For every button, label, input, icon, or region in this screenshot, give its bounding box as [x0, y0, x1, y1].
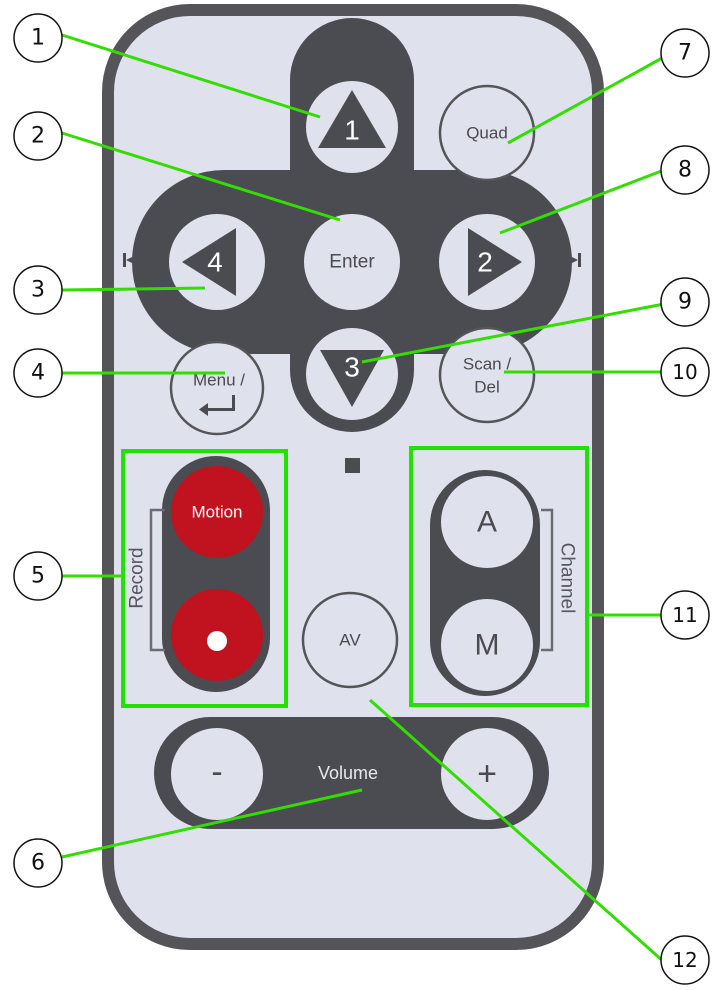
motion-label: Motion: [191, 503, 242, 522]
channel-m-button[interactable]: M: [441, 599, 533, 691]
svg-text:1: 1: [31, 26, 45, 51]
svg-text:12: 12: [672, 948, 697, 972]
av-button[interactable]: AV: [301, 591, 399, 689]
enter-button[interactable]: Enter: [304, 214, 400, 310]
volume-label: Volume: [318, 763, 378, 783]
left-button-number: 4: [207, 247, 223, 278]
svg-text:2: 2: [31, 124, 45, 149]
svg-text:6: 6: [31, 851, 45, 876]
up-button[interactable]: 1: [306, 81, 398, 173]
callout-12: 12: [660, 935, 710, 985]
callout-3: 3: [13, 265, 63, 315]
callout-6: 6: [13, 838, 63, 888]
record-dot-icon: [207, 631, 227, 651]
up-button-number: 1: [344, 115, 360, 146]
volume-minus-button[interactable]: -: [171, 728, 263, 820]
svg-text:3: 3: [31, 278, 45, 303]
callout-2: 2: [13, 111, 63, 161]
quad-label: Quad: [466, 124, 508, 143]
callout-9: 9: [660, 277, 710, 327]
channel-a-label: A: [477, 506, 497, 539]
callout-5: 5: [13, 551, 63, 601]
av-label: AV: [339, 631, 361, 650]
callout-4: 4: [13, 348, 63, 398]
svg-text:7: 7: [678, 41, 692, 66]
record-label: Record: [127, 547, 148, 608]
callout-11: 11: [660, 590, 710, 640]
volume-plus-label: +: [477, 755, 497, 793]
right-button-number: 2: [477, 247, 493, 278]
svg-text:11: 11: [672, 603, 697, 627]
down-button[interactable]: 3: [306, 328, 398, 420]
callout-7: 7: [660, 28, 710, 78]
right-button[interactable]: 2: [439, 214, 535, 310]
remote-diagram: 1 Enter 4 2 3 Quad Menu / Scan / Del Rec…: [13, 4, 710, 985]
record-button[interactable]: [171, 589, 263, 681]
del-label: Del: [474, 378, 500, 397]
scan-del-button[interactable]: Scan / Del: [438, 326, 536, 424]
stop-icon: [345, 458, 360, 473]
callout-10: 10: [660, 347, 710, 397]
svg-text:9: 9: [678, 290, 692, 315]
motion-button[interactable]: Motion: [171, 466, 263, 558]
menu-button[interactable]: Menu /: [169, 340, 265, 436]
svg-text:5: 5: [31, 564, 45, 589]
channel-a-button[interactable]: A: [441, 476, 533, 568]
enter-label: Enter: [329, 252, 375, 273]
channel-label: Channel: [557, 543, 578, 614]
callout-8: 8: [660, 145, 710, 195]
svg-text:8: 8: [678, 158, 692, 183]
volume-minus-label: -: [211, 753, 222, 791]
down-button-number: 3: [344, 352, 360, 383]
svg-text:10: 10: [672, 360, 697, 384]
svg-text:4: 4: [31, 361, 45, 386]
channel-m-label: M: [475, 629, 500, 662]
quad-button[interactable]: Quad: [438, 84, 536, 182]
left-button[interactable]: 4: [169, 214, 265, 310]
callout-1: 1: [13, 13, 63, 63]
